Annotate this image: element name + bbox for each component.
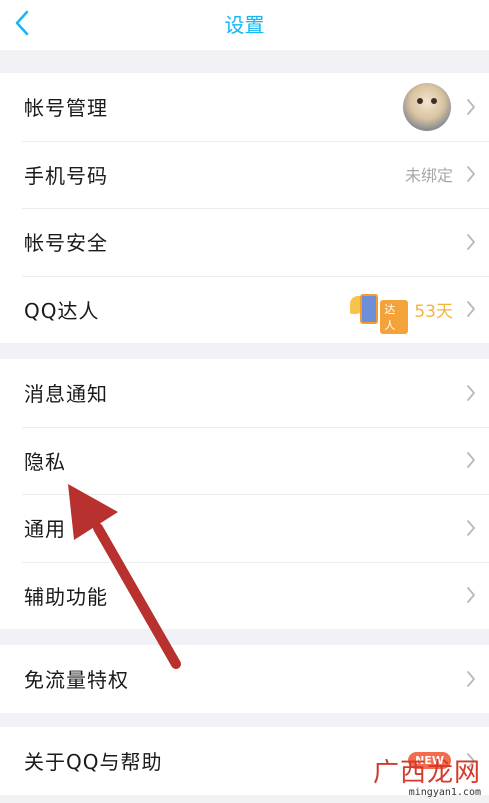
chevron-right-icon <box>461 164 481 184</box>
row-label: 通用 <box>24 517 66 542</box>
page-title: 设置 <box>224 13 265 37</box>
settings-row-phone-number[interactable]: 手机号码 未绑定 <box>0 140 489 209</box>
settings-row-free-data[interactable]: 免流量特权 <box>0 645 489 713</box>
row-label: 关于QQ与帮助 <box>24 750 163 775</box>
settings-group-general: 消息通知 隐私 通用 辅助功能 <box>0 359 489 629</box>
settings-group-data-plan: 免流量特权 <box>0 645 489 713</box>
daren-days-text: 53天 <box>414 301 453 322</box>
chevron-right-icon <box>461 97 481 117</box>
nav-bar: 设置 <box>0 0 489 50</box>
settings-row-notifications[interactable]: 消息通知 <box>0 359 489 427</box>
watermark: 广西龙网 mingyan1.com <box>373 759 481 799</box>
settings-row-general[interactable]: 通用 <box>0 494 489 562</box>
daren-tag: 达人 <box>380 300 409 335</box>
chevron-right-icon <box>461 518 481 538</box>
row-label: 消息通知 <box>24 382 108 407</box>
row-label: 隐私 <box>24 449 66 474</box>
row-label: 辅助功能 <box>24 584 108 609</box>
settings-group-account: 帐号管理 手机号码 未绑定 帐号安全 QQ达人 达人 53天 <box>0 73 489 343</box>
settings-row-accessibility[interactable]: 辅助功能 <box>0 561 489 630</box>
chevron-right-icon <box>461 232 481 252</box>
settings-row-account-security[interactable]: 帐号安全 <box>0 208 489 276</box>
row-label: 帐号管理 <box>24 96 108 121</box>
chevron-right-icon <box>461 585 481 605</box>
chevron-right-icon <box>461 669 481 689</box>
watermark-logo: 广西龙网 <box>372 758 481 788</box>
settings-row-qq-daren[interactable]: QQ达人 达人 53天 <box>0 275 489 344</box>
chevron-right-icon <box>461 383 481 403</box>
row-label: QQ达人 <box>24 298 100 323</box>
row-label: 手机号码 <box>24 163 108 188</box>
chevron-right-icon <box>461 299 481 319</box>
row-label: 帐号安全 <box>24 231 108 256</box>
chevron-right-icon <box>461 450 481 470</box>
watermark-url: mingyan1.com <box>408 787 481 798</box>
settings-row-privacy[interactable]: 隐私 <box>0 426 489 495</box>
phone-status-text: 未绑定 <box>404 166 453 186</box>
row-label: 免流量特权 <box>24 668 129 693</box>
qq-daren-badge-icon: 达人 <box>350 292 409 335</box>
avatar <box>403 82 451 131</box>
settings-row-account-management[interactable]: 帐号管理 <box>0 73 489 141</box>
